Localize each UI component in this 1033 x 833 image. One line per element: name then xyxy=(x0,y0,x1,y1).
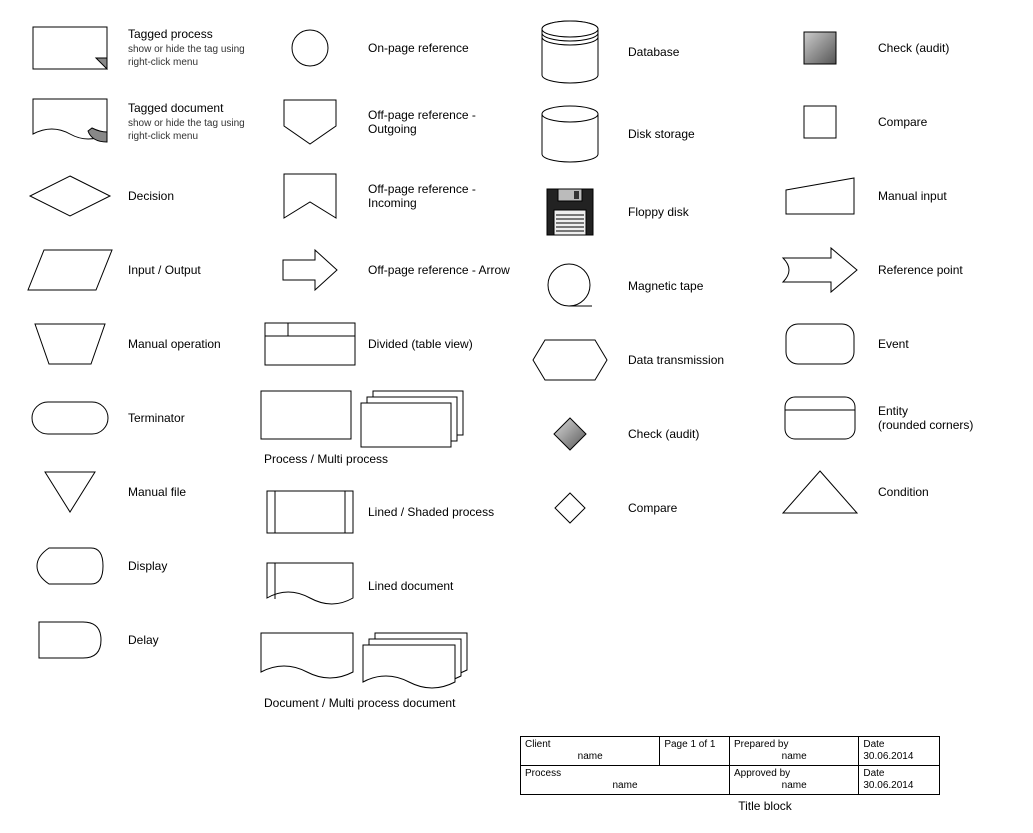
input-output-label: Input / Output xyxy=(128,263,260,277)
document-icon xyxy=(260,632,354,692)
off-page-incoming-label: Off-page reference - Incoming xyxy=(368,182,520,210)
disk-storage-icon xyxy=(520,102,620,166)
reference-point-label: Reference point xyxy=(878,263,1010,277)
lined-document-label: Lined document xyxy=(368,579,520,593)
display-label: Display xyxy=(128,559,260,573)
floppy-disk-label: Floppy disk xyxy=(628,205,770,219)
entity-rounded-sub: (rounded corners) xyxy=(878,418,1010,432)
compare-label: Compare xyxy=(628,501,770,515)
tb-process-lbl: Process xyxy=(525,768,561,779)
terminator-icon xyxy=(20,390,120,446)
disk-storage-label: Disk storage xyxy=(628,127,770,141)
process-icon xyxy=(260,390,352,448)
multi-document-icon xyxy=(362,632,468,692)
tb-prepared-lbl: Prepared by xyxy=(734,739,788,750)
decision-icon xyxy=(20,168,120,224)
title-block-caption: Title block xyxy=(520,799,1010,813)
off-page-outgoing-icon xyxy=(260,94,360,150)
input-output-icon xyxy=(20,242,120,298)
document-multi-label: Document / Multi process document xyxy=(264,696,455,710)
check-audit-square-label: Check (audit) xyxy=(878,41,1010,55)
data-transmission-icon xyxy=(520,332,620,388)
tagged-process-label: Tagged process xyxy=(128,27,260,41)
tagged-document-icon xyxy=(20,94,120,150)
manual-input-icon xyxy=(770,168,870,224)
on-page-reference-label: On-page reference xyxy=(368,41,520,55)
data-transmission-label: Data transmission xyxy=(628,353,770,367)
tb-date2-lbl: Date xyxy=(863,768,884,779)
off-page-outgoing-label: Off-page reference - Outgoing xyxy=(368,108,520,136)
off-page-arrow-icon xyxy=(260,242,360,298)
entity-rounded-icon xyxy=(770,390,870,446)
event-label: Event xyxy=(878,337,1010,351)
manual-input-label: Manual input xyxy=(878,189,1010,203)
condition-label: Condition xyxy=(878,485,1010,499)
tb-approved-val: name xyxy=(734,780,854,792)
tb-page-val: 1 of 1 xyxy=(690,739,715,750)
reference-point-icon xyxy=(770,242,870,298)
manual-operation-label: Manual operation xyxy=(128,337,260,351)
lined-document-icon xyxy=(260,558,360,614)
check-audit-square-icon xyxy=(770,20,870,76)
multi-process-icon xyxy=(360,390,464,448)
condition-icon xyxy=(770,464,870,520)
title-block: Clientname Page 1 of 1 Prepared byname D… xyxy=(520,736,940,795)
entity-rounded-label: Entity xyxy=(878,404,1010,418)
off-page-arrow-label: Off-page reference - Arrow xyxy=(368,263,520,277)
compare-square-label: Compare xyxy=(878,115,1010,129)
check-audit-icon xyxy=(520,406,620,462)
floppy-disk-icon xyxy=(520,184,620,240)
tb-page-lbl: Page xyxy=(664,739,687,750)
delay-label: Delay xyxy=(128,633,260,647)
manual-file-icon xyxy=(20,464,120,520)
process-multi-label: Process / Multi process xyxy=(264,452,388,466)
database-label: Database xyxy=(628,45,770,59)
divided-table-label: Divided (table view) xyxy=(368,337,520,351)
magnetic-tape-icon xyxy=(520,258,620,314)
tb-date1-lbl: Date xyxy=(863,739,884,750)
tb-client-val: name xyxy=(525,751,655,763)
compare-square-icon xyxy=(770,94,870,150)
tagged-process-icon xyxy=(20,20,120,76)
magnetic-tape-label: Magnetic tape xyxy=(628,279,770,293)
tb-approved-lbl: Approved by xyxy=(734,768,790,779)
tb-process-val: name xyxy=(525,780,725,792)
display-icon xyxy=(20,538,120,594)
event-icon xyxy=(770,316,870,372)
compare-icon xyxy=(520,480,620,536)
lined-shaded-process-label: Lined / Shaded process xyxy=(368,505,520,519)
tagged-document-label: Tagged document xyxy=(128,101,260,115)
database-icon xyxy=(520,20,620,84)
manual-file-label: Manual file xyxy=(128,485,260,499)
lined-shaded-process-icon xyxy=(260,484,360,540)
terminator-label: Terminator xyxy=(128,411,260,425)
tagged-process-sub: show or hide the tag using right-click m… xyxy=(128,43,260,69)
off-page-incoming-icon xyxy=(260,168,360,224)
manual-operation-icon xyxy=(20,316,120,372)
on-page-reference-icon xyxy=(260,20,360,76)
tagged-document-sub: show or hide the tag using right-click m… xyxy=(128,117,260,143)
decision-label: Decision xyxy=(128,189,260,203)
tb-date2-val: 30.06.2014 xyxy=(863,780,913,791)
delay-icon xyxy=(20,612,120,668)
tb-prepared-val: name xyxy=(734,751,854,763)
tb-date1-val: 30.06.2014 xyxy=(863,751,913,762)
divided-table-icon xyxy=(260,316,360,372)
tb-client-lbl: Client xyxy=(525,739,551,750)
check-audit-label: Check (audit) xyxy=(628,427,770,441)
